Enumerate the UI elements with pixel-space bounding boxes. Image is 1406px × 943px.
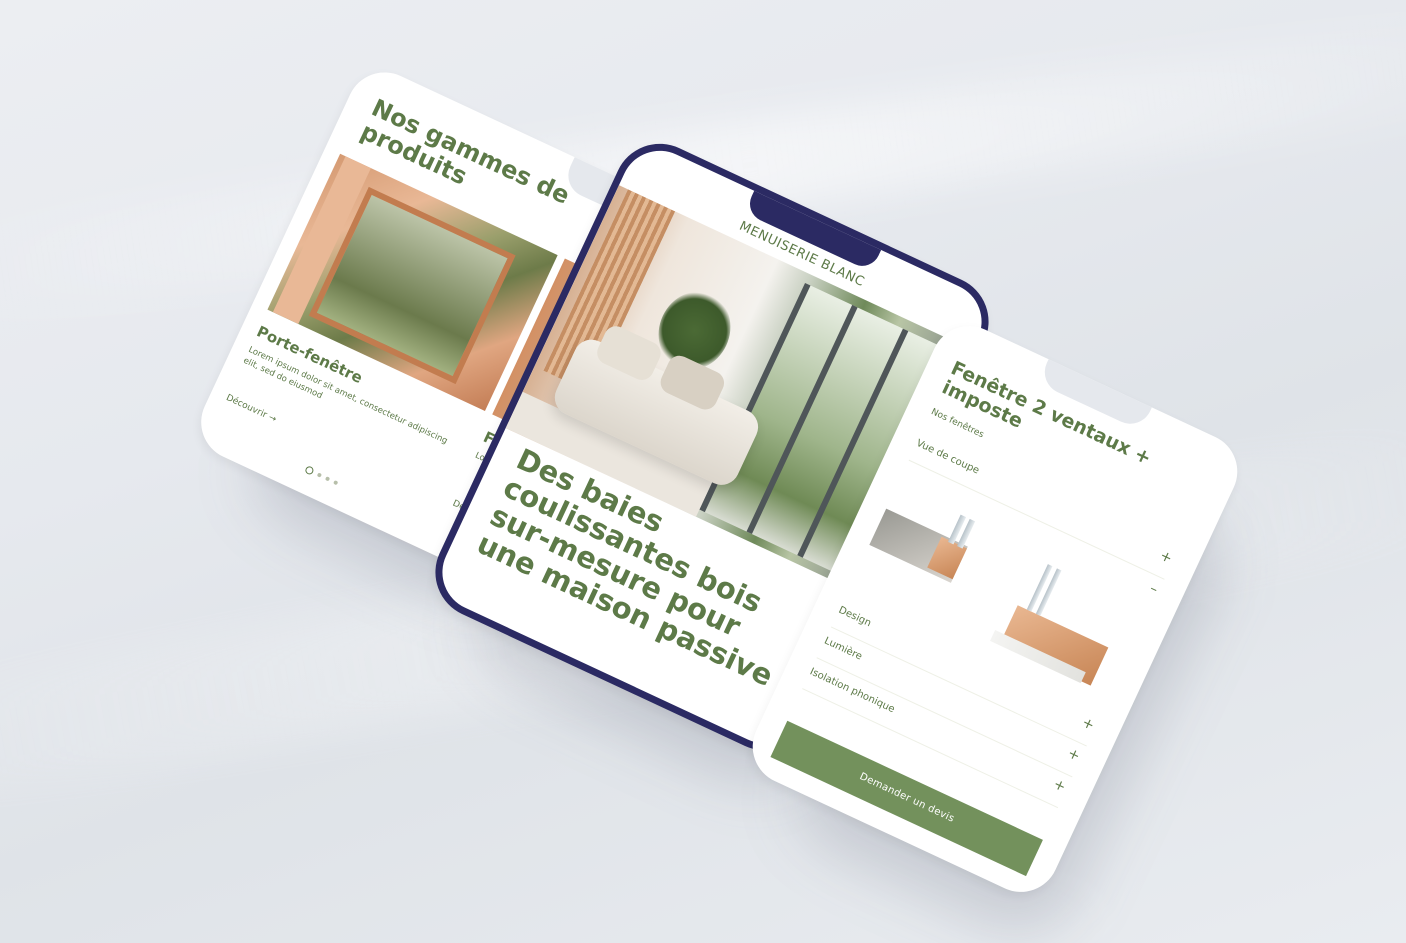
carousel-dots[interactable] — [304, 465, 339, 487]
expand-icon[interactable]: + — [1065, 745, 1082, 764]
expand-icon[interactable]: + — [1157, 548, 1174, 567]
carousel-dot[interactable] — [304, 465, 315, 476]
carousel-dot[interactable] — [316, 472, 323, 478]
collapse-icon[interactable]: – — [1147, 580, 1160, 597]
accordion-label: Design — [836, 604, 873, 630]
carousel-dot[interactable] — [324, 476, 331, 482]
accordion-label: Lumière — [822, 635, 864, 663]
mockup-scene: Nos gammes de produits Porte-fenêtre Lor… — [0, 0, 1406, 943]
expand-icon[interactable]: + — [1051, 776, 1068, 795]
expand-icon[interactable]: + — [1079, 714, 1096, 733]
carousel-dot[interactable] — [333, 479, 339, 486]
discover-link[interactable]: Découvrir → — [224, 393, 277, 425]
